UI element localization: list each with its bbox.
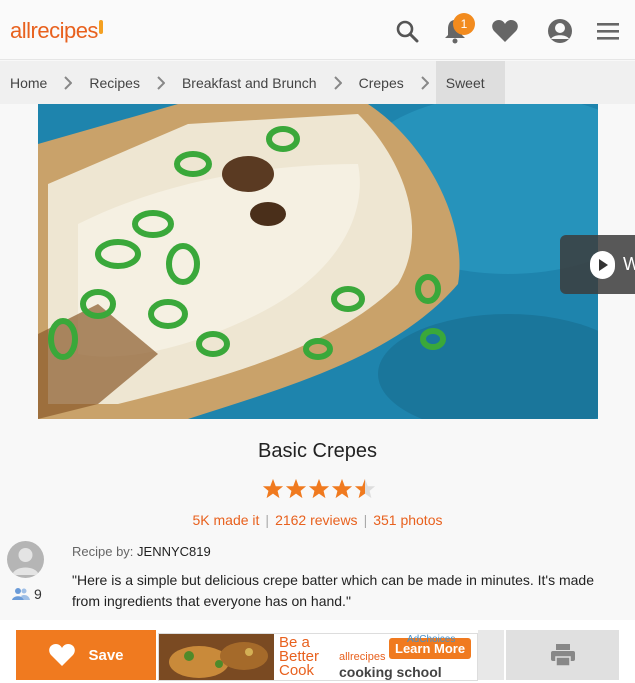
chevron-right-icon: [327, 75, 349, 90]
star-full-icon: [285, 478, 307, 499]
star-full-icon: [308, 478, 330, 499]
made-it-link[interactable]: 5K made it: [192, 512, 259, 528]
menu-icon[interactable]: [591, 14, 625, 48]
chevron-right-icon: [414, 75, 436, 90]
stats-divider: |: [265, 512, 270, 528]
watch-video-label: W: [623, 254, 635, 274]
recipe-title: Basic Crepes: [258, 440, 377, 462]
breadcrumb-breakfast-brunch[interactable]: Breakfast and Brunch: [172, 61, 327, 104]
recipe-by-label: Recipe by:: [72, 544, 134, 559]
allrecipes-logo[interactable]: allrecipes: [10, 18, 103, 44]
ad-food-image: [159, 634, 274, 680]
author-name[interactable]: JENNYC819: [137, 544, 211, 559]
star-full-icon: [262, 478, 284, 499]
notification-badge: 1: [453, 13, 475, 35]
save-label: Save: [88, 646, 124, 664]
ad-banner[interactable]: Be a Better Cook allrecipes Learn More c…: [158, 633, 478, 681]
breadcrumb-label: Crepes: [358, 74, 404, 91]
author-avatar[interactable]: [7, 541, 44, 578]
breadcrumb-label: Breakfast and Brunch: [181, 74, 317, 91]
logo-text: allrecipes: [10, 18, 98, 43]
followers-number: 9: [34, 586, 42, 602]
top-header: allrecipes 1: [0, 0, 635, 60]
followers-count[interactable]: 9: [12, 586, 42, 602]
search-icon[interactable]: [390, 14, 424, 48]
logo-accent: [98, 20, 103, 34]
bottom-action-bar: Save Be a Better Cook allrecipes Learn M…: [0, 620, 635, 683]
chevron-right-icon: [150, 75, 172, 90]
reviews-link[interactable]: 2162 reviews: [275, 512, 358, 528]
star-full-icon: [331, 478, 353, 499]
ad-brand: allrecipes: [339, 651, 386, 663]
breadcrumb-label: Sweet: [445, 74, 485, 91]
user-icon[interactable]: [543, 14, 577, 48]
breadcrumb-label: Recipes: [89, 74, 140, 91]
heart-icon: [49, 644, 76, 666]
save-button[interactable]: Save: [16, 630, 156, 680]
share-button[interactable]: [478, 630, 504, 680]
ad-tagline-3: Cook: [279, 662, 315, 679]
heart-icon[interactable]: [488, 14, 522, 48]
watch-video-button[interactable]: W: [560, 235, 635, 294]
recipe-photo[interactable]: [38, 104, 598, 419]
photos-link[interactable]: 351 photos: [373, 512, 442, 528]
ad-choices-link[interactable]: AdChoices: [407, 634, 455, 645]
breadcrumb: Home Recipes Breakfast and Brunch Crepes…: [0, 61, 635, 104]
play-icon: [590, 250, 615, 279]
breadcrumb-recipes[interactable]: Recipes: [79, 61, 150, 104]
breadcrumb-sweet[interactable]: Sweet: [435, 61, 505, 104]
printer-icon: [550, 644, 575, 667]
recipe-by: Recipe by: JENNYC819: [72, 544, 211, 559]
breadcrumb-crepes[interactable]: Crepes: [349, 61, 414, 104]
ad-product: cooking school: [339, 664, 442, 680]
star-half-icon: [354, 478, 376, 499]
breadcrumb-home[interactable]: Home: [0, 61, 57, 104]
recipe-stats: 5K made it | 2162 reviews | 351 photos: [0, 512, 635, 528]
star-rating[interactable]: [262, 478, 376, 500]
chevron-right-icon: [57, 75, 79, 90]
recipe-description: "Here is a simple but delicious crepe ba…: [72, 572, 595, 609]
followers-icon: [12, 588, 30, 600]
print-button[interactable]: [506, 630, 619, 680]
stats-divider: |: [363, 512, 368, 528]
breadcrumb-label: Home: [10, 74, 48, 91]
ad-tagline: Be a Better Cook: [279, 635, 319, 679]
